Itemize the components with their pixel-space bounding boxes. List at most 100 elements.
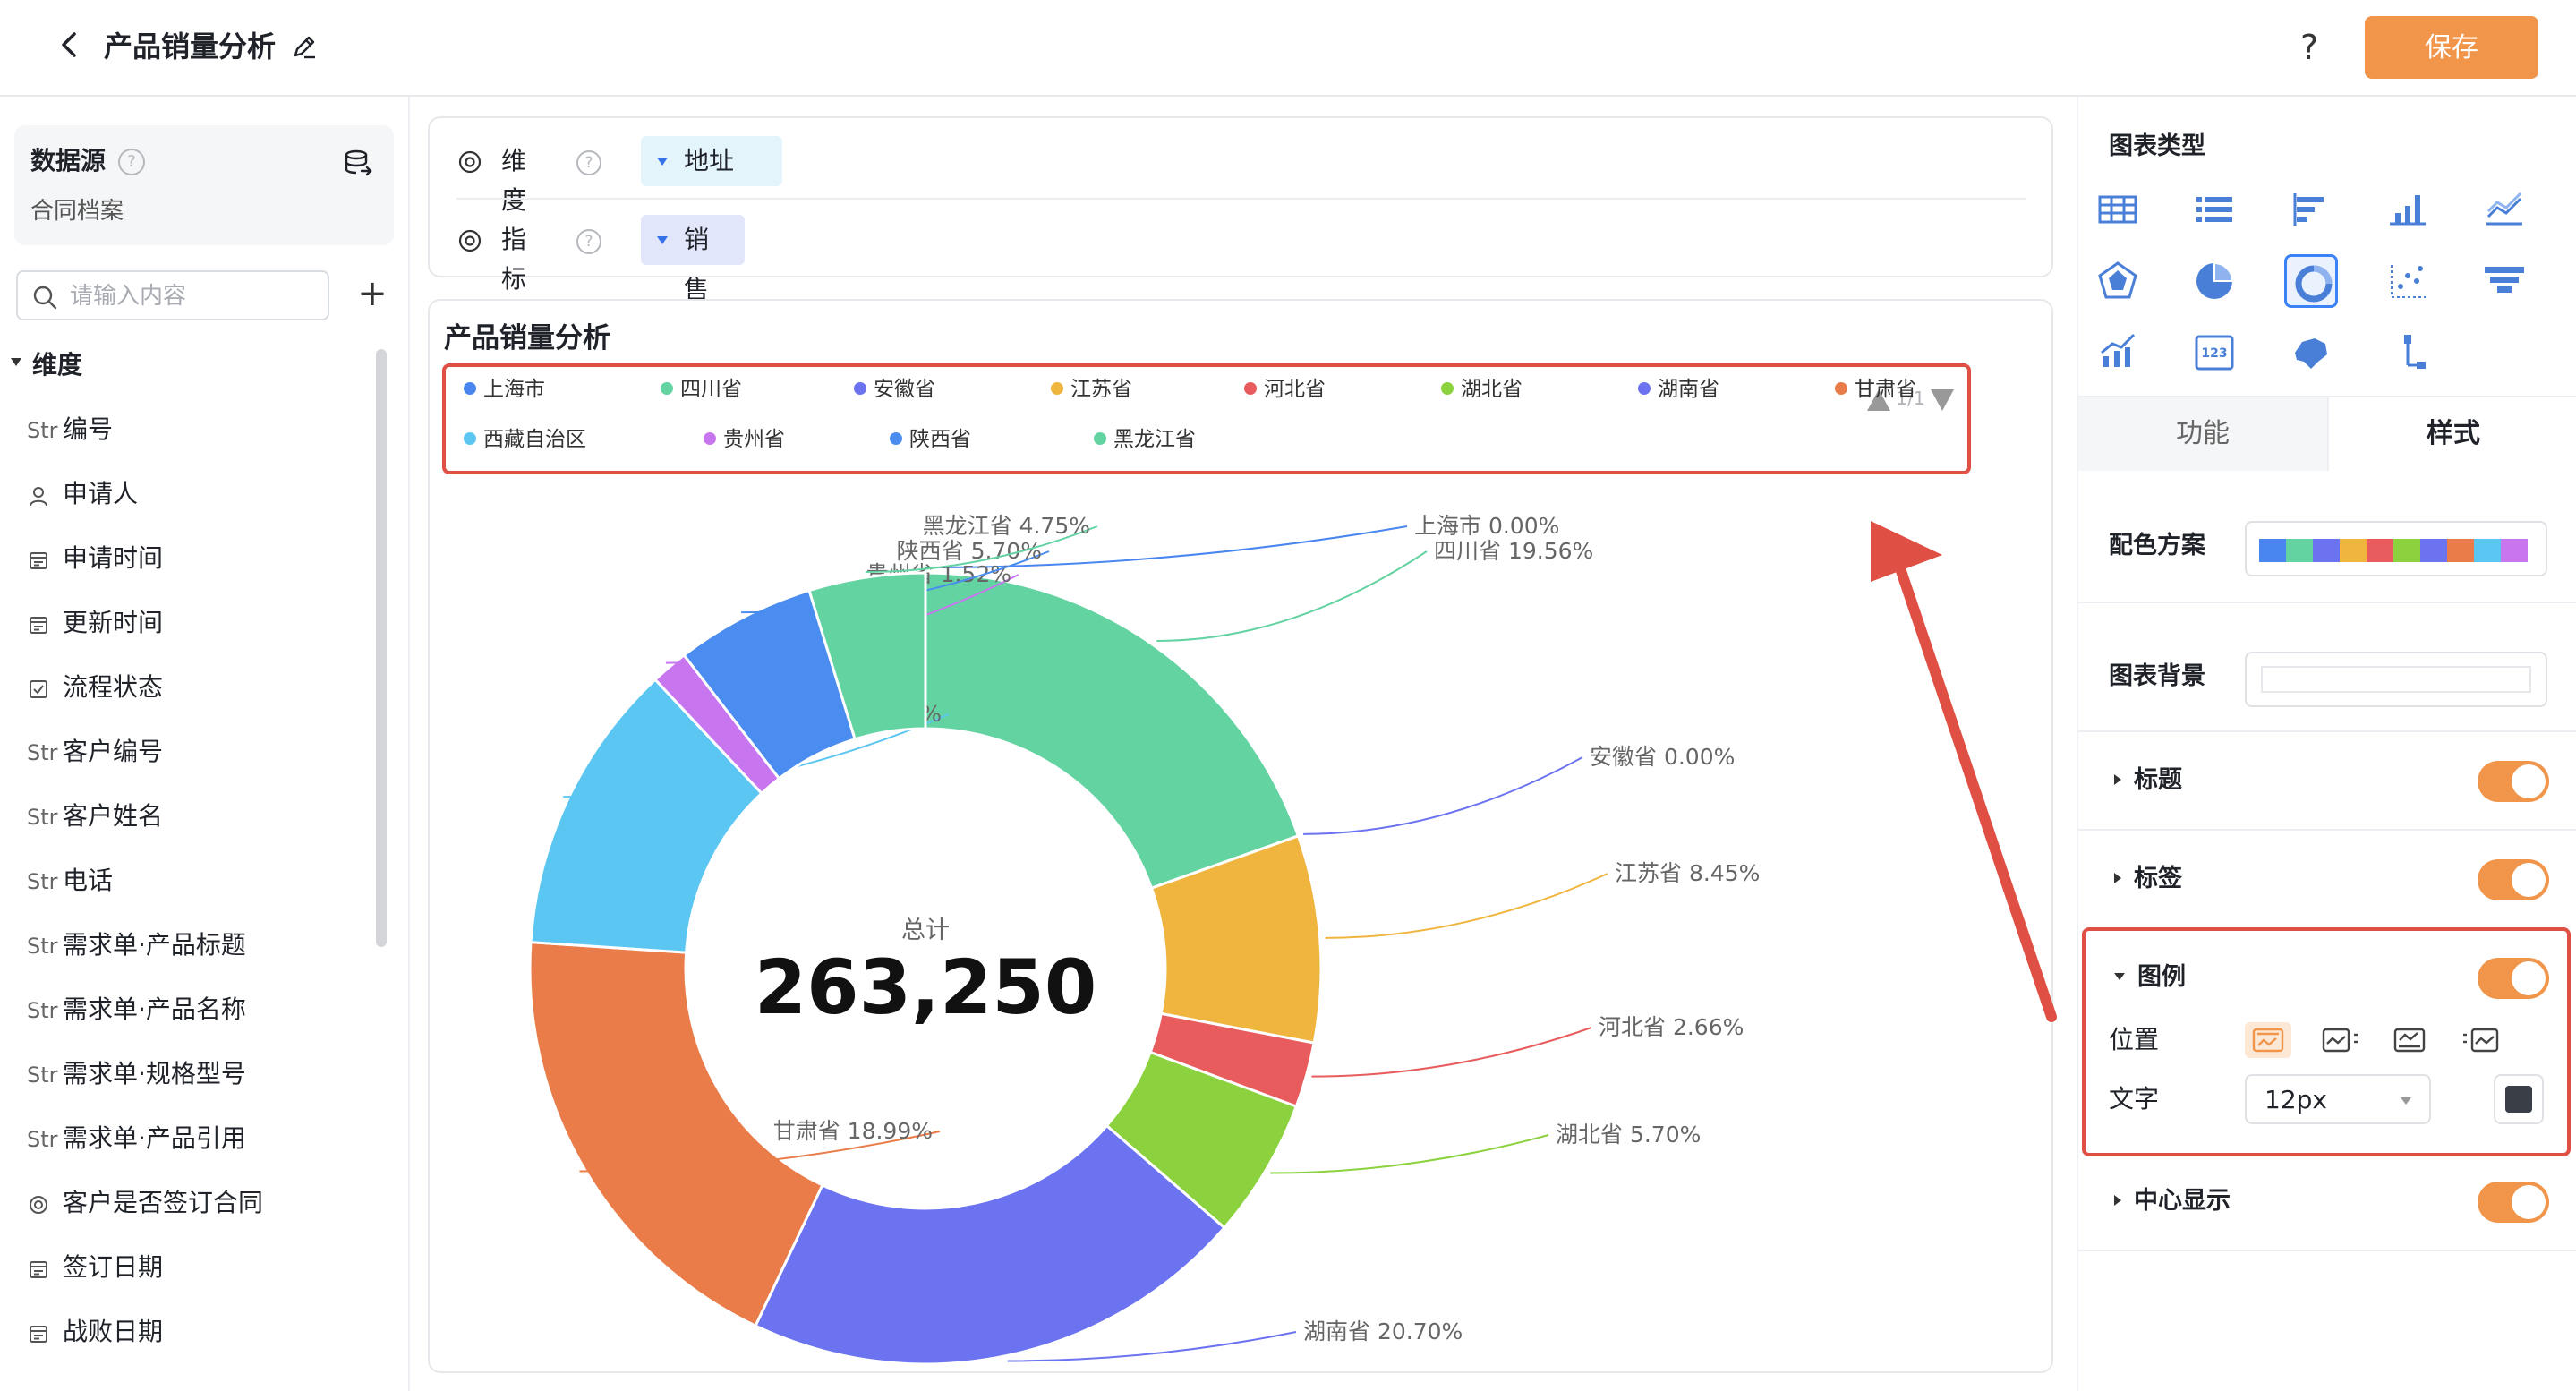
legend-item[interactable]: 江苏省 <box>1051 376 1132 403</box>
tab-style[interactable]: 样式 <box>2329 397 2576 471</box>
tree-icon[interactable] <box>2381 326 2435 380</box>
sidebar-scrollbar[interactable] <box>376 349 387 947</box>
edit-title-icon[interactable] <box>290 32 319 61</box>
back-arrow-icon[interactable] <box>52 27 88 63</box>
database-switch-icon[interactable] <box>342 147 374 179</box>
field-item[interactable]: 签订日期 <box>27 1235 376 1300</box>
metric-label: 指标 <box>501 225 527 294</box>
legend-left-icon[interactable] <box>2458 1022 2504 1058</box>
field-item[interactable]: 客户是否签订合同 <box>27 1171 376 1235</box>
funnel-icon[interactable] <box>2478 254 2531 308</box>
metric-help-icon[interactable]: ? <box>576 229 601 254</box>
legend-next-page-icon[interactable] <box>1930 388 1954 411</box>
dimension-help-icon[interactable]: ? <box>576 150 601 175</box>
legend-item[interactable]: 上海市 <box>464 376 545 403</box>
legend-dot <box>1094 431 1106 445</box>
list-icon[interactable] <box>2188 183 2241 236</box>
field-item[interactable]: 更新时间 <box>27 591 376 655</box>
field-item[interactable]: 流程状态 <box>27 655 376 720</box>
legend-item[interactable]: 四川省 <box>661 376 742 403</box>
field-item[interactable]: 战败日期 <box>27 1300 376 1364</box>
save-button[interactable]: 保存 <box>2365 16 2538 79</box>
legend-item[interactable]: 贵州省 <box>704 426 785 453</box>
caret-right-icon <box>2114 872 2121 883</box>
field-name: 需求单·产品引用 <box>63 1123 246 1153</box>
legend-label: 湖北省 <box>1461 378 1523 401</box>
pie-icon[interactable] <box>2188 254 2241 308</box>
legend-bottom-icon[interactable] <box>2386 1022 2433 1058</box>
dimension-group-header[interactable]: 维度 <box>11 347 82 383</box>
legend-top-icon[interactable] <box>2245 1022 2291 1058</box>
help-icon[interactable]: ? <box>2300 25 2318 70</box>
legend-item[interactable]: 湖北省 <box>1441 376 1523 403</box>
field-item[interactable]: 申请时间 <box>27 526 376 591</box>
number-card-icon[interactable]: 123 <box>2188 326 2241 380</box>
tab-function[interactable]: 功能 <box>2078 397 2329 471</box>
field-item[interactable]: Str 需求单·产品引用 <box>27 1106 376 1171</box>
section-center-label: 中心显示 <box>2134 1187 2231 1215</box>
radar-icon[interactable] <box>2091 254 2145 308</box>
field-name: 战败日期 <box>63 1317 164 1346</box>
scatter-icon[interactable] <box>2381 254 2435 308</box>
field-item[interactable]: Str 客户编号 <box>27 720 376 784</box>
legend-font-size-select[interactable]: 12px <box>2245 1074 2431 1124</box>
title-toggle[interactable] <box>2478 761 2549 802</box>
metric-pill[interactable]: 销售额求和 <box>641 215 746 430</box>
chart-config-panel: 维度 ? 地址 指标 ? 销售额求和 <box>428 116 2053 430</box>
legend-item[interactable]: 湖南省 <box>1638 376 1719 403</box>
chart-title: 产品销量分析 <box>444 322 610 354</box>
legend-dot <box>890 431 902 445</box>
field-sidebar: 数据源 ? 合同档案 + 维度 Str编号申请人申请时间更新时间流程状态Str客… <box>0 97 410 1391</box>
add-field-button[interactable]: + <box>351 270 394 320</box>
field-name: 更新时间 <box>63 608 164 637</box>
legend-item[interactable]: 安徽省 <box>854 376 935 403</box>
legend-item[interactable]: 陕西省 <box>890 426 971 453</box>
string-type-icon: Str <box>27 805 58 830</box>
section-legend-header[interactable]: 图例 <box>2114 960 2186 995</box>
section-label-header[interactable]: 标签 <box>2114 861 2182 897</box>
legend-text-color-picker[interactable] <box>2494 1074 2544 1124</box>
line-chart-icon[interactable] <box>2478 183 2531 236</box>
divider <box>2078 829 2576 831</box>
datasource-name: 合同档案 <box>30 198 124 225</box>
combo-chart-icon[interactable] <box>2091 326 2145 380</box>
field-search-input[interactable] <box>68 277 322 315</box>
field-search-box[interactable] <box>16 270 329 320</box>
field-item[interactable]: Str 需求单·产品标题 <box>27 913 376 977</box>
field-item[interactable]: Str 需求单·产品名称 <box>27 977 376 1042</box>
field-item[interactable]: Str 电话 <box>27 849 376 913</box>
legend-right-icon[interactable] <box>2316 1022 2363 1058</box>
color-swatch <box>2313 539 2340 562</box>
datasource-card[interactable]: 数据源 ? 合同档案 <box>14 125 394 245</box>
legend-toggle[interactable] <box>2478 958 2549 999</box>
legend-item[interactable]: 河北省 <box>1244 376 1326 403</box>
label-toggle[interactable] <box>2478 859 2549 900</box>
dimension-pill[interactable]: 地址 <box>641 136 782 186</box>
field-name: 编号 <box>63 414 114 444</box>
bar-chart-icon[interactable] <box>2381 183 2435 236</box>
legend-item[interactable]: 甘肃省 <box>1835 376 1916 403</box>
donut-slice[interactable] <box>924 571 1301 891</box>
section-center-header[interactable]: 中心显示 <box>2114 1183 2231 1219</box>
bar-horizontal-icon[interactable] <box>2284 183 2338 236</box>
field-item[interactable]: Str 编号 <box>27 397 376 462</box>
data-label: 安徽省 0.00% <box>1590 744 1735 770</box>
field-name: 申请时间 <box>63 543 164 573</box>
field-name: 申请人 <box>63 479 139 508</box>
field-item[interactable]: Str 需求单·规格型号 <box>27 1042 376 1106</box>
legend-item[interactable]: 西藏自治区 <box>464 426 586 453</box>
legend-label: 安徽省 <box>874 378 935 401</box>
field-name: 需求单·产品标题 <box>63 930 246 960</box>
center-display-toggle[interactable] <box>2478 1182 2549 1223</box>
map-icon[interactable] <box>2284 326 2338 380</box>
legend-item[interactable]: 黑龙江省 <box>1094 426 1196 453</box>
table-icon[interactable] <box>2091 183 2145 236</box>
donut-icon[interactable] <box>2284 254 2338 308</box>
field-item[interactable]: Str 客户姓名 <box>27 784 376 849</box>
color-scheme-select[interactable] <box>2245 521 2547 576</box>
section-title-header[interactable]: 标题 <box>2114 763 2182 798</box>
datasource-help-icon[interactable]: ? <box>118 149 145 175</box>
chart-bg-picker[interactable] <box>2245 652 2547 707</box>
string-type-icon: Str <box>27 998 58 1023</box>
field-item[interactable]: 申请人 <box>27 462 376 526</box>
